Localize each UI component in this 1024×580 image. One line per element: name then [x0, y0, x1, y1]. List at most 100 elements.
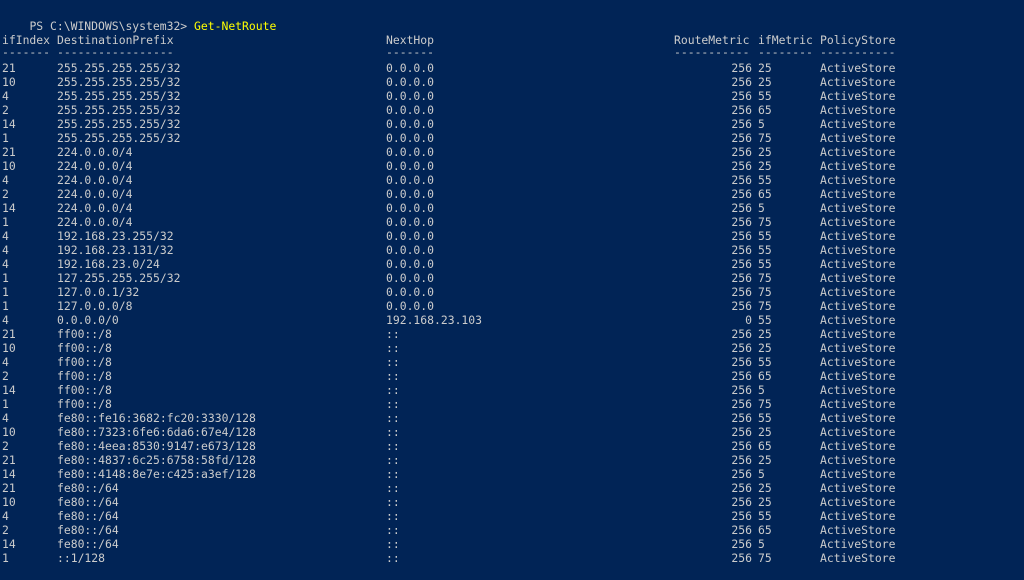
cell-routemetric: 256	[731, 299, 752, 313]
cell-routemetric: 256	[731, 327, 752, 341]
cell-nexthop: ::	[386, 523, 400, 537]
cell-ifindex: 14	[2, 201, 16, 215]
cell-destination-prefix: 127.0.0.1/32	[57, 285, 140, 299]
cell-nexthop: 192.168.23.103	[386, 313, 483, 327]
cell-nexthop: ::	[386, 467, 400, 481]
cell-policystore: ActiveStore	[820, 537, 896, 551]
cell-policystore: ActiveStore	[820, 313, 896, 327]
cell-ifmetric: 75	[758, 551, 772, 565]
cell-ifmetric: 55	[758, 173, 772, 187]
cell-destination-prefix: 255.255.255.255/32	[57, 103, 181, 117]
cell-policystore: ActiveStore	[820, 89, 896, 103]
cell-routemetric: 256	[731, 341, 752, 355]
cell-ifmetric: 65	[758, 523, 772, 537]
cell-destination-prefix: fe80::4eea:8530:9147:e673/128	[57, 439, 256, 453]
cell-nexthop: 0.0.0.0	[386, 173, 435, 187]
cell-routemetric: 256	[731, 411, 752, 425]
cell-ifindex: 10	[2, 495, 16, 509]
cell-destination-prefix: ::1/128	[57, 551, 106, 565]
cell-routemetric: 256	[731, 509, 752, 523]
prompt-line[interactable]: PS C:\WINDOWS\system32> Get-NetRoute	[2, 5, 276, 33]
cell-routemetric: 256	[731, 229, 752, 243]
cell-nexthop: 0.0.0.0	[386, 187, 435, 201]
cell-nexthop: 0.0.0.0	[386, 229, 435, 243]
cell-ifindex: 1	[2, 299, 9, 313]
cell-nexthop: ::	[386, 481, 400, 495]
cell-ifindex: 1	[2, 271, 9, 285]
table-header-underline: ------- ----------------- ------- ------…	[2, 45, 895, 59]
cell-routemetric: 256	[731, 173, 752, 187]
cell-policystore: ActiveStore	[820, 215, 896, 229]
cell-ifmetric: 55	[758, 257, 772, 271]
cell-policystore: ActiveStore	[820, 523, 896, 537]
cell-ifmetric: 75	[758, 285, 772, 299]
cell-destination-prefix: 255.255.255.255/32	[57, 75, 181, 89]
cell-routemetric: 256	[731, 397, 752, 411]
cell-ifmetric: 65	[758, 439, 772, 453]
cell-nexthop: ::	[386, 355, 400, 369]
cell-ifmetric: 25	[758, 159, 772, 173]
cell-routemetric: 256	[731, 243, 752, 257]
cell-ifmetric: 25	[758, 425, 772, 439]
cell-nexthop: 0.0.0.0	[386, 89, 435, 103]
cell-destination-prefix: ff00::/8	[57, 397, 112, 411]
cell-routemetric: 256	[731, 439, 752, 453]
cell-ifmetric: 5	[758, 467, 765, 481]
cell-ifmetric: 75	[758, 215, 772, 229]
powershell-console[interactable]: PS C:\WINDOWS\system32> Get-NetRoute ifI…	[0, 0, 1024, 580]
cell-ifindex: 2	[2, 523, 9, 537]
cell-ifindex: 4	[2, 229, 9, 243]
cell-ifmetric: 75	[758, 397, 772, 411]
cell-policystore: ActiveStore	[820, 481, 896, 495]
cell-routemetric: 0	[745, 313, 752, 327]
cell-ifmetric: 25	[758, 61, 772, 75]
cell-routemetric: 256	[731, 257, 752, 271]
cell-policystore: ActiveStore	[820, 75, 896, 89]
cell-nexthop: 0.0.0.0	[386, 201, 435, 215]
underline-ifindex: -------	[2, 45, 51, 59]
cell-ifindex: 21	[2, 481, 16, 495]
cell-destination-prefix: fe80::/64	[57, 523, 119, 537]
cell-nexthop: ::	[386, 537, 400, 551]
cell-ifmetric: 5	[758, 537, 765, 551]
cell-routemetric: 256	[731, 131, 752, 145]
cell-nexthop: 0.0.0.0	[386, 299, 435, 313]
cell-destination-prefix: 0.0.0.0/0	[57, 313, 119, 327]
cell-nexthop: ::	[386, 453, 400, 467]
cell-ifindex: 14	[2, 383, 16, 397]
cell-ifmetric: 75	[758, 131, 772, 145]
cell-routemetric: 256	[731, 201, 752, 215]
cell-ifmetric: 25	[758, 327, 772, 341]
cell-destination-prefix: 127.255.255.255/32	[57, 271, 181, 285]
cell-nexthop: 0.0.0.0	[386, 61, 435, 75]
cell-policystore: ActiveStore	[820, 453, 896, 467]
cell-ifindex: 1	[2, 131, 9, 145]
cell-routemetric: 256	[731, 523, 752, 537]
cell-policystore: ActiveStore	[820, 187, 896, 201]
cell-nexthop: ::	[386, 327, 400, 341]
cell-routemetric: 256	[731, 355, 752, 369]
cell-routemetric: 256	[731, 495, 752, 509]
cell-routemetric: 256	[731, 75, 752, 89]
cell-ifmetric: 55	[758, 509, 772, 523]
cell-policystore: ActiveStore	[820, 173, 896, 187]
cell-policystore: ActiveStore	[820, 117, 896, 131]
cell-ifindex: 2	[2, 103, 9, 117]
cell-ifindex: 21	[2, 61, 16, 75]
cell-ifmetric: 25	[758, 495, 772, 509]
cell-destination-prefix: ff00::/8	[57, 369, 112, 383]
cell-ifmetric: 25	[758, 75, 772, 89]
cell-destination-prefix: 255.255.255.255/32	[57, 61, 181, 75]
cell-ifindex: 4	[2, 411, 9, 425]
cell-destination-prefix: 192.168.23.0/24	[57, 257, 160, 271]
cell-nexthop: ::	[386, 341, 400, 355]
cell-routemetric: 256	[731, 383, 752, 397]
cell-policystore: ActiveStore	[820, 509, 896, 523]
cell-routemetric: 256	[731, 187, 752, 201]
cell-ifindex: 4	[2, 89, 9, 103]
cell-policystore: ActiveStore	[820, 243, 896, 257]
cell-nexthop: 0.0.0.0	[386, 285, 435, 299]
cell-ifindex: 1	[2, 551, 9, 565]
cell-nexthop: ::	[386, 397, 400, 411]
cell-destination-prefix: 127.0.0.0/8	[57, 299, 133, 313]
